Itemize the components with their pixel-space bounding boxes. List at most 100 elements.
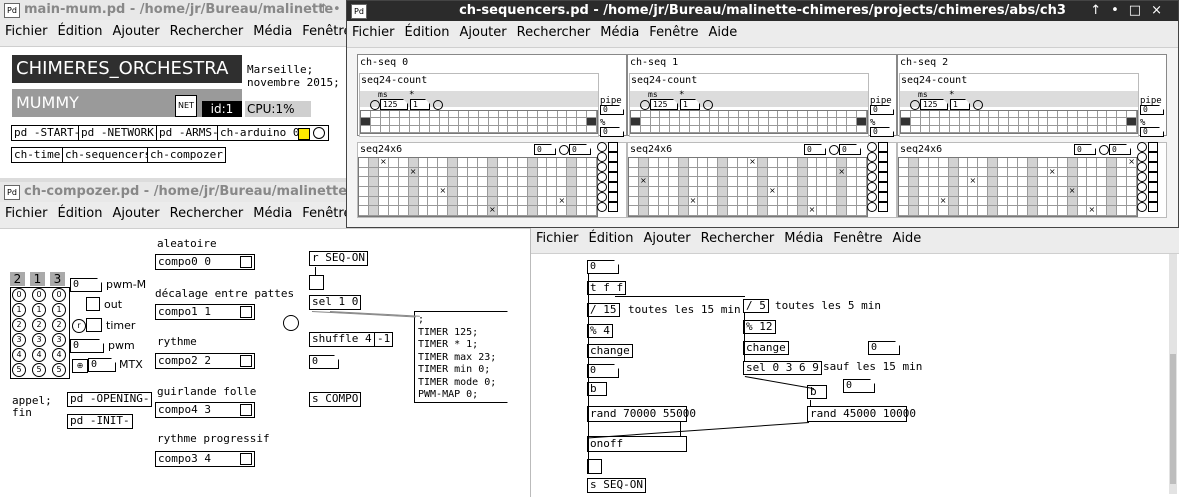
- step-cell[interactable]: [988, 167, 999, 178]
- step-cell[interactable]: [428, 187, 439, 197]
- grid-cell[interactable]: [587, 125, 597, 133]
- seq-count-grid[interactable]: [900, 110, 1138, 134]
- grid-cell[interactable]: [478, 111, 489, 119]
- grid-cell[interactable]: [847, 118, 858, 126]
- step-cell[interactable]: [418, 206, 429, 216]
- grid-cell[interactable]: [488, 125, 499, 133]
- step-cell[interactable]: [918, 158, 929, 168]
- step-cell[interactable]: [918, 187, 929, 197]
- mod-12-object[interactable]: % 12: [743, 320, 776, 334]
- step-cell[interactable]: [638, 206, 649, 216]
- grid-cell[interactable]: [1127, 125, 1137, 133]
- step-cell[interactable]: [797, 167, 808, 178]
- t-f-f-object[interactable]: t f f: [587, 281, 627, 295]
- change-object-1[interactable]: change: [587, 344, 633, 358]
- step-cell[interactable]: [1107, 187, 1118, 197]
- grid-cell[interactable]: [1048, 118, 1059, 126]
- grid-cell[interactable]: [959, 125, 970, 133]
- step-cell[interactable]: [787, 177, 798, 187]
- output-cell[interactable]: [878, 162, 888, 172]
- menu-item-1[interactable]: Édition: [53, 20, 108, 39]
- seq24x6-number-1[interactable]: 0: [804, 144, 826, 155]
- step-cell[interactable]: [938, 167, 949, 178]
- step-cell[interactable]: [418, 158, 429, 168]
- step-cell[interactable]: [787, 158, 798, 168]
- step-cell[interactable]: [1047, 177, 1058, 187]
- output-cell[interactable]: [878, 152, 888, 162]
- step-cell[interactable]: [908, 167, 919, 178]
- step-cell[interactable]: [418, 177, 429, 187]
- step-cell[interactable]: [1047, 187, 1058, 197]
- output-cell[interactable]: [608, 192, 618, 202]
- step-cell[interactable]: [757, 206, 768, 216]
- menu-item-6[interactable]: Aide: [703, 21, 742, 40]
- step-cell[interactable]: [408, 206, 419, 216]
- seq24x6-grid[interactable]: × × × × × ×: [898, 157, 1138, 217]
- step-cell[interactable]: [958, 167, 969, 178]
- step-cell[interactable]: [958, 158, 969, 168]
- step-cell[interactable]: [968, 206, 979, 216]
- step-cell[interactable]: [698, 158, 709, 168]
- step-cell[interactable]: [1087, 177, 1098, 187]
- step-cell[interactable]: [1047, 206, 1058, 216]
- step-cell[interactable]: ×: [638, 177, 649, 187]
- step-cell[interactable]: [1018, 206, 1028, 216]
- grid-cell[interactable]: [778, 118, 789, 126]
- step-cell[interactable]: [797, 177, 808, 187]
- step-cell[interactable]: [777, 187, 788, 197]
- step-cell[interactable]: [807, 187, 818, 197]
- grid-cell[interactable]: [1097, 118, 1108, 126]
- grid-cell[interactable]: [478, 118, 489, 126]
- seq24x6-number-2[interactable]: 0: [569, 144, 591, 155]
- step-cell[interactable]: [507, 206, 518, 216]
- grid-cell[interactable]: [537, 118, 548, 126]
- grid-cell[interactable]: [547, 118, 558, 126]
- step-cell[interactable]: [629, 206, 639, 216]
- step-cell[interactable]: [587, 158, 597, 168]
- percent-number[interactable]: 0: [870, 127, 894, 137]
- radio-cell[interactable]: 0: [12, 288, 26, 302]
- step-cell[interactable]: [668, 177, 679, 187]
- step-cell[interactable]: [468, 206, 478, 216]
- ch-seq-panel[interactable]: ch-seq 2seq24-countms*1251minmaxpipe0%0: [897, 54, 1167, 137]
- menu-item-4[interactable]: Média: [595, 21, 644, 40]
- step-cell[interactable]: [827, 206, 838, 216]
- step-cell[interactable]: [928, 177, 939, 187]
- step-cell[interactable]: [1077, 177, 1088, 187]
- seq24x6-output-column[interactable]: [867, 142, 897, 218]
- step-cell[interactable]: [368, 158, 379, 168]
- step-cell[interactable]: [777, 167, 788, 178]
- output-cell[interactable]: [867, 152, 877, 162]
- output-cell[interactable]: [1137, 152, 1147, 162]
- percent-number[interactable]: 0: [1140, 127, 1164, 137]
- step-cell[interactable]: [428, 167, 439, 178]
- step-cell[interactable]: [527, 206, 538, 216]
- grid-cell[interactable]: [631, 118, 641, 126]
- step-cell[interactable]: [899, 158, 909, 168]
- grid-cell[interactable]: [1117, 111, 1128, 119]
- step-cell[interactable]: ×: [1067, 187, 1078, 197]
- rand-45000-object[interactable]: rand 45000 10000: [807, 406, 916, 422]
- step-cell[interactable]: [478, 196, 488, 207]
- grid-cell[interactable]: [817, 118, 828, 126]
- step-cell[interactable]: [718, 196, 729, 207]
- grid-cell[interactable]: [567, 118, 578, 126]
- seq24x6-number-1[interactable]: 0: [534, 144, 556, 155]
- pd-network-object[interactable]: pd -NETWORK-: [78, 125, 164, 141]
- grid-cell[interactable]: [400, 111, 411, 119]
- step-cell[interactable]: [1077, 167, 1088, 178]
- menu-item-3[interactable]: Rechercher: [165, 20, 249, 39]
- step-cell[interactable]: [757, 177, 768, 187]
- step-cell[interactable]: [378, 187, 389, 197]
- step-cell[interactable]: [738, 187, 748, 197]
- ch-seq-panel[interactable]: ch-seq 1seq24-countms*1251minmaxpipe0%0: [627, 54, 897, 137]
- grid-cell[interactable]: [469, 125, 479, 133]
- net-icon[interactable]: NET: [175, 95, 197, 117]
- step-cell[interactable]: [468, 167, 478, 178]
- step-cell[interactable]: [748, 177, 758, 187]
- seq24x6-bang-icon[interactable]: [559, 145, 569, 155]
- step-cell[interactable]: [777, 196, 788, 207]
- step-cell[interactable]: [718, 167, 729, 178]
- shuffle-object[interactable]: shuffle 4: [309, 332, 375, 347]
- grid-cell[interactable]: [709, 125, 720, 133]
